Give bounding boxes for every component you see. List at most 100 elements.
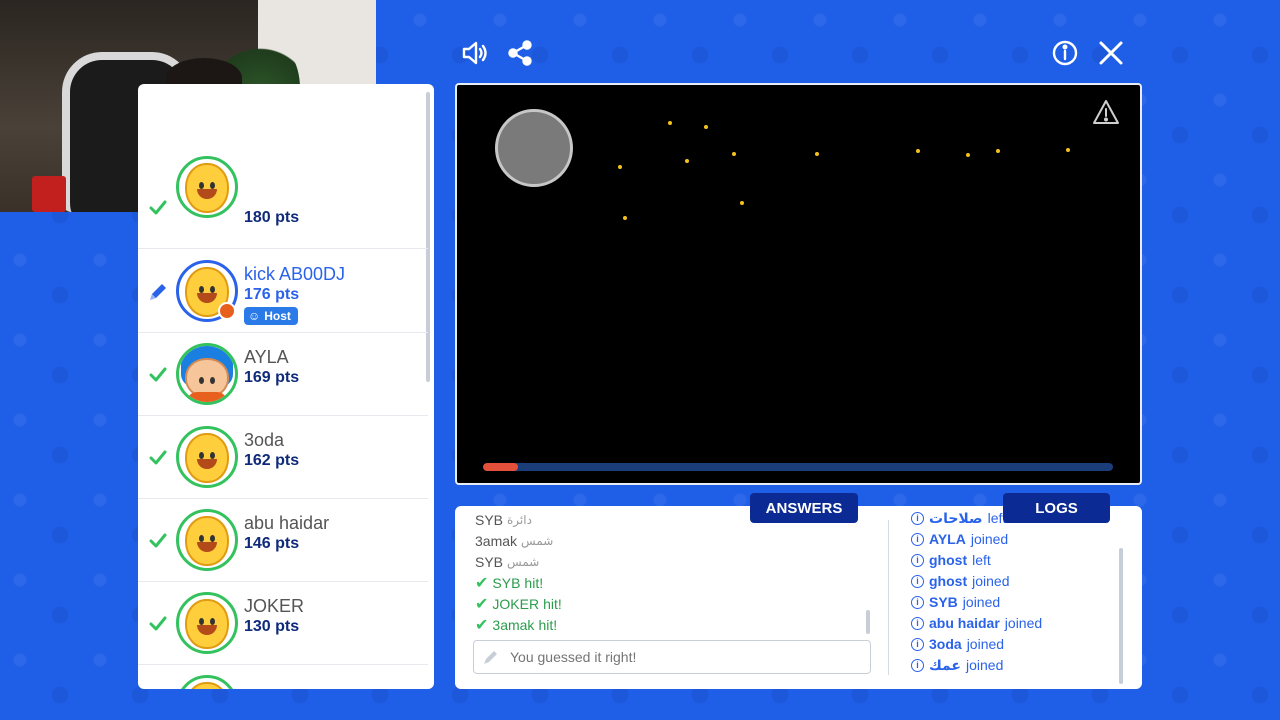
log-name: 3oda — [929, 636, 962, 652]
check-icon: ✔ — [475, 596, 489, 613]
panel-divider — [888, 520, 889, 675]
check-icon: ✔ — [475, 617, 489, 634]
crown-icon: ☺ — [248, 309, 261, 323]
answer-text: شمس — [521, 534, 554, 548]
player-points: 162 pts — [244, 452, 300, 469]
player-name: 3oda — [244, 430, 285, 450]
avatar — [176, 509, 238, 571]
round-timer-bar — [483, 463, 1113, 471]
info-icon: i — [911, 575, 924, 588]
info-icon: i — [911, 638, 924, 651]
check-icon — [146, 363, 170, 387]
avatar — [176, 156, 238, 218]
answer-row: SYB شمس — [475, 552, 855, 573]
log-action: joined — [966, 657, 1004, 673]
log-name: abu haidar — [929, 615, 1000, 631]
player-row[interactable]: AYLA 169 pts — [138, 333, 428, 416]
close-icon[interactable] — [1096, 38, 1126, 68]
log-row: i AYLA joined — [911, 529, 1111, 550]
log-action: left — [972, 552, 991, 568]
player-row[interactable]: 180 pts — [138, 156, 428, 249]
answer-text: hit! — [524, 575, 544, 591]
answer-name: SYB — [475, 512, 504, 528]
log-action: joined — [1004, 615, 1043, 631]
player-row[interactable]: abu haidar 146 pts — [138, 499, 428, 582]
paint-dot — [685, 159, 689, 163]
host-badge-label: Host — [264, 309, 291, 323]
info-icon: i — [911, 617, 924, 630]
answer-name: 3amak — [492, 617, 535, 633]
answer-row: ✔ 3amak hit! — [475, 615, 855, 636]
log-row: i ghost left — [911, 550, 1111, 571]
log-name: ghost — [929, 573, 968, 589]
paint-dot — [732, 152, 736, 156]
log-action: joined — [972, 573, 1010, 589]
answer-text: hit! — [538, 617, 558, 633]
player-points: 176 pts — [244, 286, 300, 303]
warning-icon[interactable] — [1092, 99, 1120, 125]
info-icon: i — [911, 533, 924, 546]
paint-dot — [996, 149, 1000, 153]
answer-name: SYB — [492, 575, 521, 591]
check-icon: ✔ — [475, 575, 489, 592]
player-row[interactable]: 3oda 162 pts — [138, 416, 428, 499]
players-panel: 180 pts kick AB00DJ 176 pts ☺ Host AYLA … — [138, 84, 434, 689]
log-row: i ghost joined — [911, 571, 1111, 592]
logs-scrollbar[interactable] — [1119, 548, 1123, 684]
info-icon: i — [911, 512, 924, 525]
guess-input-box[interactable] — [473, 640, 871, 674]
info-icon: i — [911, 554, 924, 567]
host-badge: ☺ Host — [244, 307, 298, 325]
paint-dot — [916, 149, 920, 153]
player-name: AYLA — [244, 347, 289, 367]
tab-logs[interactable]: LOGS — [1003, 493, 1110, 523]
answers-list: SYB دائرة 3amak شمس SYB شمس ✔ SYB hit! ✔ JOKER hit!… — [475, 510, 855, 636]
answers-scrollbar[interactable] — [866, 610, 870, 634]
tab-answers[interactable]: ANSWERS — [750, 493, 858, 523]
answer-text: شمس — [507, 555, 540, 569]
log-action: joined — [970, 531, 1009, 547]
answer-row: 3amak شمس — [475, 531, 855, 552]
log-action: joined — [966, 636, 1005, 652]
paint-dot — [1066, 148, 1070, 152]
player-row[interactable]: kick AB00DJ 176 pts ☺ Host — [138, 250, 428, 333]
answer-text: hit! — [543, 596, 562, 612]
log-name: عمك — [929, 657, 961, 673]
paint-dot — [668, 121, 672, 125]
paint-dot — [704, 125, 708, 129]
log-name: AYLA — [929, 531, 966, 547]
player-row[interactable] — [138, 665, 428, 689]
avatar — [176, 592, 238, 654]
paint-dot — [623, 216, 627, 220]
check-icon — [146, 446, 170, 470]
paint-dot — [966, 153, 970, 157]
paint-dot — [740, 201, 744, 205]
volume-icon[interactable] — [460, 38, 490, 68]
drawing-canvas[interactable] — [455, 83, 1142, 485]
info-icon[interactable] — [1050, 38, 1080, 68]
answer-name: SYB — [475, 554, 504, 570]
round-timer-fill — [483, 463, 518, 471]
share-icon[interactable] — [505, 38, 535, 68]
log-name: ghost — [929, 552, 968, 568]
log-name: SYB — [929, 594, 958, 610]
answer-text: دائرة — [507, 513, 532, 527]
log-row: i عمك joined — [911, 655, 1111, 676]
avatar — [176, 426, 238, 488]
player-points: 130 pts — [244, 618, 300, 635]
answer-name: 3amak — [475, 533, 518, 549]
log-row: i abu haidar joined — [911, 613, 1111, 634]
avatar — [176, 343, 238, 405]
drawn-circle — [495, 109, 573, 187]
check-icon — [146, 196, 170, 220]
log-row: i SYB joined — [911, 592, 1111, 613]
player-name: JOKER — [244, 596, 305, 616]
chat-panel: SYB دائرة 3amak شمس SYB شمس ✔ SYB hit! ✔ JOKER hit!… — [455, 506, 1142, 689]
info-icon: i — [911, 659, 924, 672]
pencil-icon — [146, 280, 170, 304]
guess-input[interactable] — [510, 649, 850, 665]
pencil-icon — [484, 651, 497, 664]
player-row[interactable]: JOKER 130 pts — [138, 582, 428, 665]
answer-row: ✔ JOKER hit! — [475, 594, 855, 615]
answer-name: JOKER — [492, 596, 540, 612]
